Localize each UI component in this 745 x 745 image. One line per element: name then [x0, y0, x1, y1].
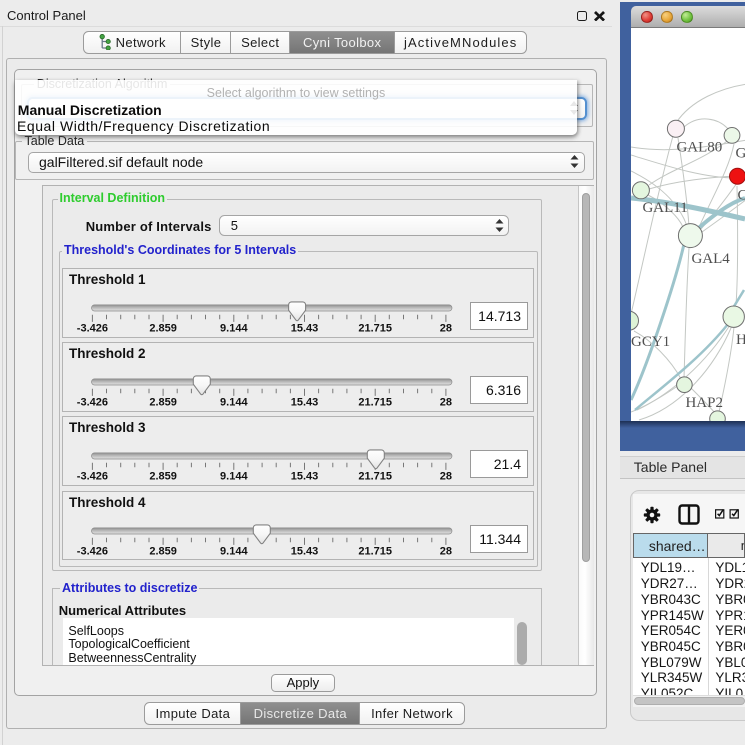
svg-text:H: H	[736, 332, 745, 348]
svg-text:15.43: 15.43	[290, 397, 318, 409]
svg-text:-3.426: -3.426	[76, 545, 107, 557]
svg-text:GCY1: GCY1	[631, 334, 670, 350]
svg-text:21.715: 21.715	[358, 545, 392, 557]
svg-text:-3.426: -3.426	[76, 471, 107, 483]
svg-text:GAL80: GAL80	[677, 140, 723, 156]
svg-text:GAL4: GAL4	[692, 251, 731, 267]
svg-text:2.859: 2.859	[149, 322, 177, 334]
svg-text:28: 28	[439, 545, 451, 557]
svg-text:15.43: 15.43	[290, 545, 318, 557]
svg-text:9.144: 9.144	[220, 322, 248, 334]
svg-text:21.715: 21.715	[358, 397, 392, 409]
svg-text:GA: GA	[735, 146, 745, 162]
svg-text:-3.426: -3.426	[76, 322, 107, 334]
svg-text:HAP2: HAP2	[686, 395, 723, 411]
svg-text:15.43: 15.43	[290, 471, 318, 483]
svg-text:GAL11: GAL11	[643, 200, 688, 216]
svg-text:28: 28	[439, 471, 451, 483]
svg-text:2.859: 2.859	[149, 471, 177, 483]
svg-text:9.144: 9.144	[220, 545, 248, 557]
svg-text:C: C	[737, 188, 745, 204]
svg-text:-3.426: -3.426	[76, 397, 107, 409]
svg-text:28: 28	[439, 397, 451, 409]
svg-text:9.144: 9.144	[220, 397, 248, 409]
svg-text:15.43: 15.43	[290, 322, 318, 334]
svg-text:21.715: 21.715	[358, 322, 392, 334]
svg-text:21.715: 21.715	[358, 471, 392, 483]
svg-text:2.859: 2.859	[149, 397, 177, 409]
svg-text:2.859: 2.859	[149, 545, 177, 557]
svg-text:9.144: 9.144	[220, 471, 248, 483]
svg-text:28: 28	[439, 322, 451, 334]
